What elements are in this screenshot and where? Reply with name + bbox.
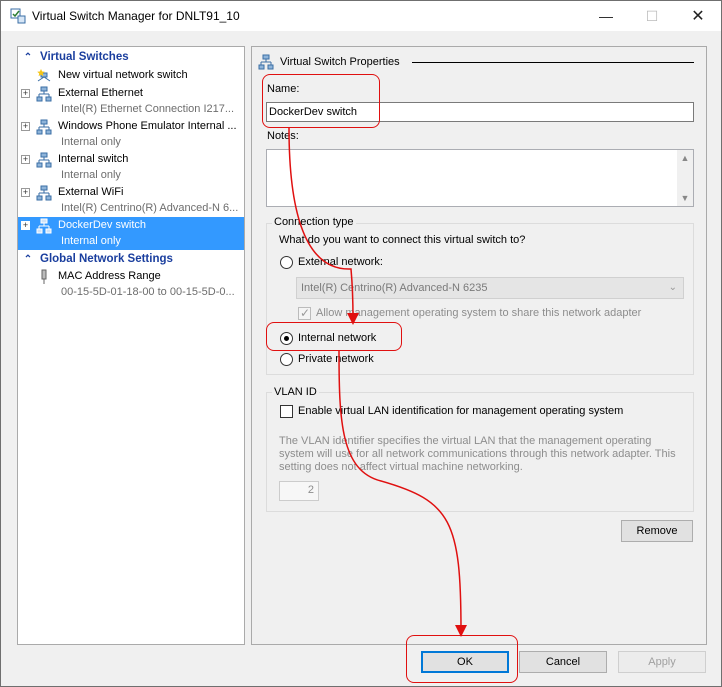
network-switch-icon [258, 54, 274, 70]
properties-header-label: Virtual Switch Properties [280, 56, 400, 68]
close-icon: ✕ [691, 8, 705, 25]
network-switch-icon [36, 152, 52, 168]
switch-tree-pane[interactable]: ⌃ Virtual Switches New virtual network s… [17, 46, 245, 645]
expand-plus-icon[interactable]: + [21, 221, 30, 230]
tree-item-windows-phone-emulator[interactable]: + Windows Phone Emulator Internal ... In… [18, 118, 244, 151]
expand-plus-icon[interactable]: + [21, 89, 30, 98]
tree-item-label: Windows Phone Emulator Internal ... [58, 120, 237, 132]
tree-item-label: External Ethernet [58, 87, 143, 99]
tree-item-label: External WiFi [58, 186, 124, 198]
network-switch-icon [36, 218, 52, 234]
collapse-chevron-icon[interactable]: ⌃ [20, 254, 36, 265]
virtual-switch-manager-icon [10, 8, 26, 24]
tree-item-external-ethernet[interactable]: + External Ethernet Intel(R) Ethernet Co… [18, 85, 244, 118]
expand-plus-icon[interactable]: + [21, 188, 30, 197]
expand-plus-icon[interactable]: + [21, 155, 30, 164]
external-adapter-value: Intel(R) Centrino(R) Advanced-N 6235 [301, 282, 488, 294]
tree-item-sublabel: Internal only [61, 169, 121, 181]
enable-vlan-checkbox[interactable] [280, 405, 293, 418]
connection-question: What do you want to connect this virtual… [279, 234, 526, 246]
window-title: Virtual Switch Manager for DNLT91_10 [32, 9, 240, 23]
name-field-annotation [262, 74, 380, 128]
network-switch-icon [36, 185, 52, 201]
internal-network-annotation [266, 322, 402, 351]
header-divider [412, 62, 694, 63]
private-network-radio[interactable] [280, 353, 293, 366]
external-adapter-dropdown[interactable]: Intel(R) Centrino(R) Advanced-N 6235 ⌄ [296, 277, 684, 299]
maximize-button[interactable]: ☐ [629, 1, 675, 31]
chevron-down-icon: ⌄ [668, 282, 677, 293]
tree-item-external-wifi[interactable]: + External WiFi Intel(R) Centrino(R) Adv… [18, 184, 244, 217]
minimize-icon: — [599, 8, 613, 24]
enable-vlan-label[interactable]: Enable virtual LAN identification for ma… [298, 405, 623, 417]
apply-button[interactable]: Apply [618, 651, 706, 673]
maximize-icon: ☐ [645, 7, 659, 24]
notes-label: Notes: [267, 130, 299, 142]
external-network-label[interactable]: External network: [298, 256, 383, 268]
collapse-chevron-icon[interactable]: ⌃ [20, 52, 36, 63]
tree-item-new-switch[interactable]: New virtual network switch [18, 67, 244, 84]
external-network-radio[interactable] [280, 256, 293, 269]
vlan-description: The VLAN identifier specifies the virtua… [279, 435, 676, 473]
tree-item-sublabel: 00-15-5D-01-18-00 to 00-15-5D-0... [61, 286, 235, 298]
global-network-settings-section-header[interactable]: ⌃ Global Network Settings [18, 251, 244, 267]
cancel-button[interactable]: Cancel [519, 651, 607, 673]
allow-management-checkbox[interactable] [298, 306, 311, 320]
mac-address-icon [41, 269, 47, 284]
allow-management-label: Allow management operating system to sha… [316, 307, 642, 319]
remove-button[interactable]: Remove [621, 520, 693, 542]
tree-item-internal-switch[interactable]: + Internal switch Internal only [18, 151, 244, 184]
notes-textarea[interactable]: ▲ ▼ [266, 149, 694, 207]
tree-item-label: MAC Address Range [58, 270, 161, 282]
properties-header: Virtual Switch Properties [258, 54, 400, 70]
vlan-title: VLAN ID [272, 386, 319, 398]
tree-item-sublabel: Internal only [61, 136, 121, 148]
private-network-label[interactable]: Private network [298, 353, 374, 365]
tree-item-label: New virtual network switch [58, 69, 188, 81]
tree-item-mac-address-range[interactable]: MAC Address Range 00-15-5D-01-18-00 to 0… [18, 268, 244, 301]
close-button[interactable]: ✕ [675, 1, 721, 31]
tree-item-dockerdev-switch[interactable]: + DockerDev switch Internal only [18, 217, 244, 250]
expand-plus-icon[interactable]: + [21, 122, 30, 131]
tree-item-label: Internal switch [58, 153, 129, 165]
tree-item-sublabel: Intel(R) Centrino(R) Advanced-N 6... [61, 202, 239, 214]
scroll-down-icon[interactable]: ▼ [677, 190, 693, 206]
network-switch-icon [36, 86, 52, 102]
tree-item-label: DockerDev switch [58, 219, 147, 231]
virtual-switches-header-label: Virtual Switches [40, 51, 129, 63]
virtual-switches-section-header[interactable]: ⌃ Virtual Switches [18, 49, 244, 65]
ok-button-annotation [406, 635, 518, 683]
global-header-label: Global Network Settings [40, 253, 173, 265]
connection-type-title: Connection type [272, 216, 356, 228]
title-bar: Virtual Switch Manager for DNLT91_10 — ☐… [1, 1, 721, 31]
notes-scrollbar[interactable]: ▲ ▼ [677, 150, 693, 206]
tree-item-sublabel: Internal only [61, 235, 121, 247]
new-switch-icon [37, 69, 51, 82]
network-switch-icon [36, 119, 52, 135]
scroll-up-icon[interactable]: ▲ [677, 150, 693, 166]
tree-item-sublabel: Intel(R) Ethernet Connection I217... [61, 103, 235, 115]
virtual-switch-manager-window: Virtual Switch Manager for DNLT91_10 — ☐… [0, 0, 722, 687]
minimize-button[interactable]: — [583, 1, 629, 31]
vlan-id-spinner[interactable]: 2 [279, 481, 319, 501]
